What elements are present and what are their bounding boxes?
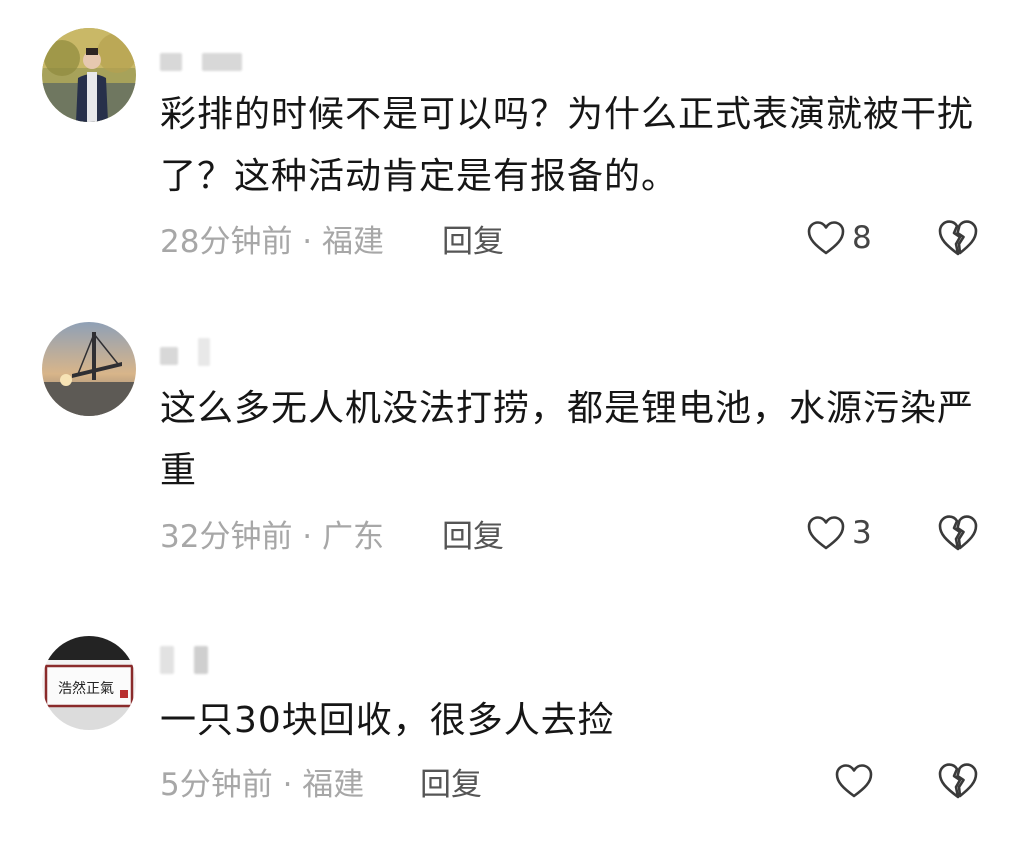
heart-outline-icon bbox=[834, 763, 874, 799]
comment-item: 浩然正氣 一只30块回收，很多人去捡 5分钟前 · 福建 回复 bbox=[0, 0, 1024, 858]
avatar-calligraphy: 浩然正氣 bbox=[58, 680, 114, 697]
comment-text: 一只30块回收，很多人去捡 bbox=[160, 700, 615, 741]
dislike-button[interactable] bbox=[936, 756, 980, 806]
avatar[interactable]: 浩然正氣 bbox=[42, 636, 136, 730]
reply-button[interactable]: 回复 bbox=[420, 756, 482, 806]
like-button[interactable] bbox=[834, 756, 880, 806]
comment-meta: 5分钟前 · 福建 bbox=[160, 766, 365, 803]
username-blurred[interactable] bbox=[160, 646, 208, 674]
broken-heart-icon bbox=[936, 762, 980, 800]
